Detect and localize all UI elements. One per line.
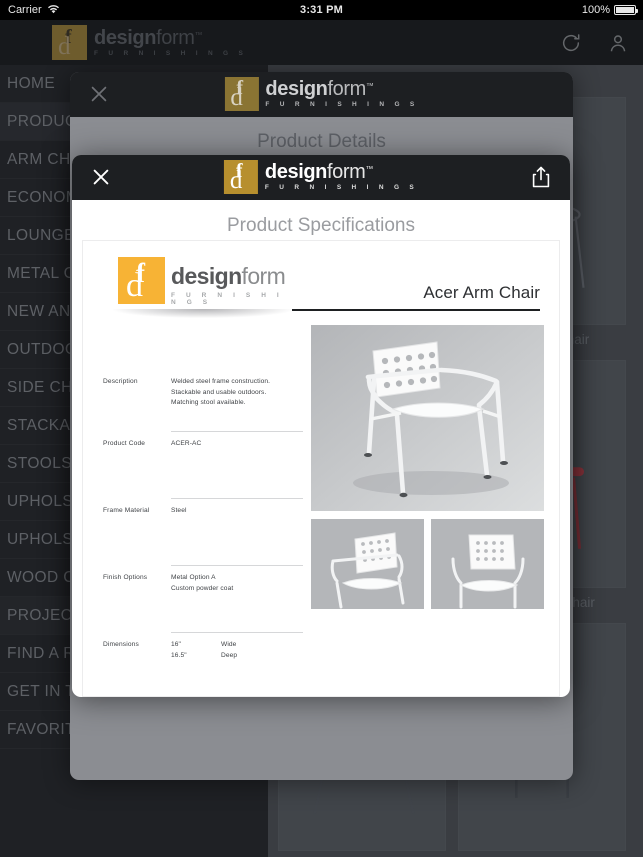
- spec-row-finish-options: Finish Options Metal Option A Custom pow…: [103, 565, 303, 632]
- spec-product-title: Acer Arm Chair: [423, 283, 540, 302]
- battery-full-icon: [614, 5, 638, 15]
- dimension-row: 16" Wide: [171, 640, 303, 651]
- spec-values: Steel: [171, 499, 303, 517]
- spec-row-product-code: Product Code ACER-AC: [103, 431, 303, 498]
- logo-mark-icon: fd: [224, 77, 259, 111]
- sidebar-item-label: STOOLS: [7, 454, 72, 472]
- spec-table: Description Welded steel frame construct…: [103, 369, 303, 672]
- spec-value: Custom powder coat: [171, 584, 234, 592]
- close-icon[interactable]: [90, 166, 112, 188]
- product-thumbnail-2[interactable]: [431, 519, 544, 609]
- spec-value: Metal Option A: [171, 574, 216, 581]
- spec-values: ACER-AC: [171, 432, 303, 450]
- navbar-actions: [560, 32, 629, 54]
- spec-value: Matching stool available.: [171, 399, 246, 407]
- logo-shadow: [113, 309, 293, 318]
- dimension-axis: Deep: [221, 651, 238, 659]
- app-logo-wordmark: designform™ F U R N I S H I N G S: [94, 28, 247, 58]
- spec-values: Welded steel frame construction. Stackab…: [171, 370, 303, 409]
- logo-subtitle: F U R N I S H I N G S: [264, 184, 419, 192]
- spec-sheet-wordmark: designform F U R N I S H I N G S: [171, 265, 290, 306]
- logo-subtitle: F U R N I S H I N G S: [94, 49, 248, 57]
- spec-label: Frame Material: [103, 507, 150, 514]
- modal-logo-wordmark: designform™ F U R N I S H I N G S: [265, 79, 418, 109]
- dimension-axis: Wide: [221, 641, 237, 648]
- spec-label: Dimensions: [103, 641, 139, 648]
- spec-value: ACER-AC: [171, 440, 202, 447]
- spec-label: Product Code: [103, 440, 146, 447]
- logo-word-bold: design: [94, 26, 157, 49]
- logo-word-light: form: [327, 78, 366, 101]
- product-thumbnail-1[interactable]: [311, 519, 424, 609]
- logo-word-light: form: [326, 161, 366, 184]
- spec-values: 16" Wide 16.5" Deep: [171, 633, 303, 661]
- logo-mark-icon: fd: [52, 25, 87, 60]
- modal-logo-wordmark: designform™ F U R N I S H I N G S: [265, 162, 418, 192]
- spec-value: Welded steel frame construction.: [171, 378, 271, 385]
- modal-logo: fd designform™ F U R N I S H I N G S: [224, 77, 418, 111]
- spec-sheet-document[interactable]: fd designform F U R N I S H I N G S Acer…: [82, 240, 560, 697]
- logo-word-bold: design: [171, 263, 242, 289]
- logo-mark-icon: fd: [223, 160, 258, 194]
- product-details-modal-header: fd designform™ F U R N I S H I N G S: [70, 72, 573, 117]
- spec-row-description: Description Welded steel frame construct…: [103, 369, 303, 431]
- logo-word-bold: design: [264, 161, 327, 184]
- account-icon[interactable]: [607, 32, 629, 54]
- logo-subtitle: F U R N I S H I N G S: [265, 101, 419, 109]
- title-underline: [292, 309, 540, 311]
- logo-word-light: form: [241, 263, 286, 289]
- spec-row-dimensions: Dimensions 16" Wide 16.5" Deep: [103, 632, 303, 672]
- sidebar-item-label: HOME: [7, 74, 56, 92]
- logo-word-light: form: [156, 26, 195, 49]
- dimension-value: 16": [171, 641, 181, 648]
- battery-percent-label: 100%: [581, 4, 610, 16]
- dimension-value: 16.5": [171, 651, 187, 659]
- logo-trademark: ™: [365, 164, 374, 174]
- close-icon[interactable]: [88, 83, 110, 105]
- status-bar-time: 3:31 PM: [300, 4, 343, 16]
- refresh-icon[interactable]: [560, 32, 582, 54]
- spec-label: Finish Options: [103, 574, 148, 581]
- spec-values: Metal Option A Custom powder coat: [171, 566, 303, 594]
- product-specifications-modal-header: fd designform™ F U R N I S H I N G S: [72, 155, 570, 200]
- app-navbar: fd designform™ F U R N I S H I N G S: [0, 20, 643, 65]
- spec-label: Description: [103, 378, 138, 385]
- product-hero-image: [311, 325, 544, 511]
- spec-value: Stackable and usable outdoors.: [171, 388, 267, 396]
- modal-logo: fd designform™ F U R N I S H I N G S: [223, 160, 418, 194]
- logo-word-bold: design: [265, 78, 328, 101]
- status-bar: Carrier 3:31 PM 100%: [0, 0, 643, 20]
- product-specifications-modal: fd designform™ F U R N I S H I N G S Pro…: [72, 155, 570, 697]
- spec-value: Steel: [171, 507, 187, 514]
- logo-trademark: ™: [365, 81, 374, 91]
- app-logo: fd designform™ F U R N I S H I N G S: [52, 25, 247, 60]
- spec-sheet-brand-logo: fd designform F U R N I S H I N G S: [115, 254, 290, 312]
- logo-trademark: ™: [194, 30, 203, 40]
- logo-subtitle: F U R N I S H I N G S: [171, 292, 284, 306]
- status-bar-right: 100%: [581, 4, 638, 16]
- spec-row-frame-material: Frame Material Steel: [103, 498, 303, 565]
- dimension-row: 16.5" Deep: [171, 651, 303, 662]
- logo-mark-icon: fd: [118, 257, 165, 304]
- share-icon[interactable]: [530, 165, 552, 189]
